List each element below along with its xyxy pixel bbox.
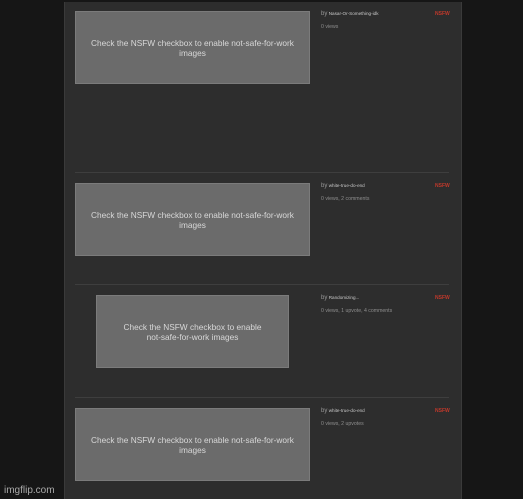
by-label: by <box>321 11 328 17</box>
nsfw-image-placeholder[interactable]: Check the NSFW checkbox to enable not-sa… <box>75 183 310 256</box>
nsfw-badge: NSFW <box>435 183 450 189</box>
author-link[interactable]: Nasar-Or-Something-idk <box>329 11 379 16</box>
post-stats: 0 views <box>321 24 339 30</box>
post-stats: 0 views, 2 comments <box>321 196 370 202</box>
by-label: by <box>321 408 328 414</box>
author-link[interactable]: white-true-do-end <box>329 183 365 188</box>
nsfw-badge: NSFW <box>435 408 450 414</box>
post-stats: 0 views, 1 upvote, 4 comments <box>321 308 393 314</box>
author-link[interactable]: white-true-do-end <box>329 408 365 413</box>
imgflip-watermark: imgflip.com <box>4 485 55 496</box>
nsfw-placeholder-text: Check the NSFW checkbox to enable not-sa… <box>91 209 294 230</box>
nsfw-image-placeholder[interactable]: Check the NSFW checkbox to enable not-sa… <box>75 11 310 84</box>
by-label: by <box>321 295 328 301</box>
post-meta: by Nasar-Or-Something-idk 0 views <box>321 11 379 30</box>
post-meta: by Randomizing... 0 views, 1 upvote, 4 c… <box>321 295 392 314</box>
nsfw-placeholder-text: Check the NSFW checkbox to enable not-sa… <box>91 434 294 455</box>
nsfw-badge: NSFW <box>435 295 450 301</box>
author-link[interactable]: Randomizing... <box>329 295 360 300</box>
post-divider <box>75 284 449 285</box>
posts-panel: Check the NSFW checkbox to enable not-sa… <box>64 2 462 499</box>
nsfw-badge: NSFW <box>435 11 450 17</box>
post-meta: by white-true-do-end 0 views, 2 upvotes <box>321 408 365 427</box>
by-label: by <box>321 183 328 189</box>
post-divider <box>75 397 449 398</box>
nsfw-image-placeholder[interactable]: Check the NSFW checkbox to enable not-sa… <box>75 408 310 481</box>
post-meta: by white-true-do-end 0 views, 2 comments <box>321 183 369 202</box>
nsfw-placeholder-text: Check the NSFW checkbox to enable not-sa… <box>123 321 262 342</box>
nsfw-image-placeholder[interactable]: Check the NSFW checkbox to enable not-sa… <box>96 295 289 368</box>
nsfw-placeholder-text: Check the NSFW checkbox to enable not-sa… <box>91 37 294 58</box>
post-stats: 0 views, 2 upvotes <box>321 421 364 427</box>
post-divider <box>75 172 449 173</box>
